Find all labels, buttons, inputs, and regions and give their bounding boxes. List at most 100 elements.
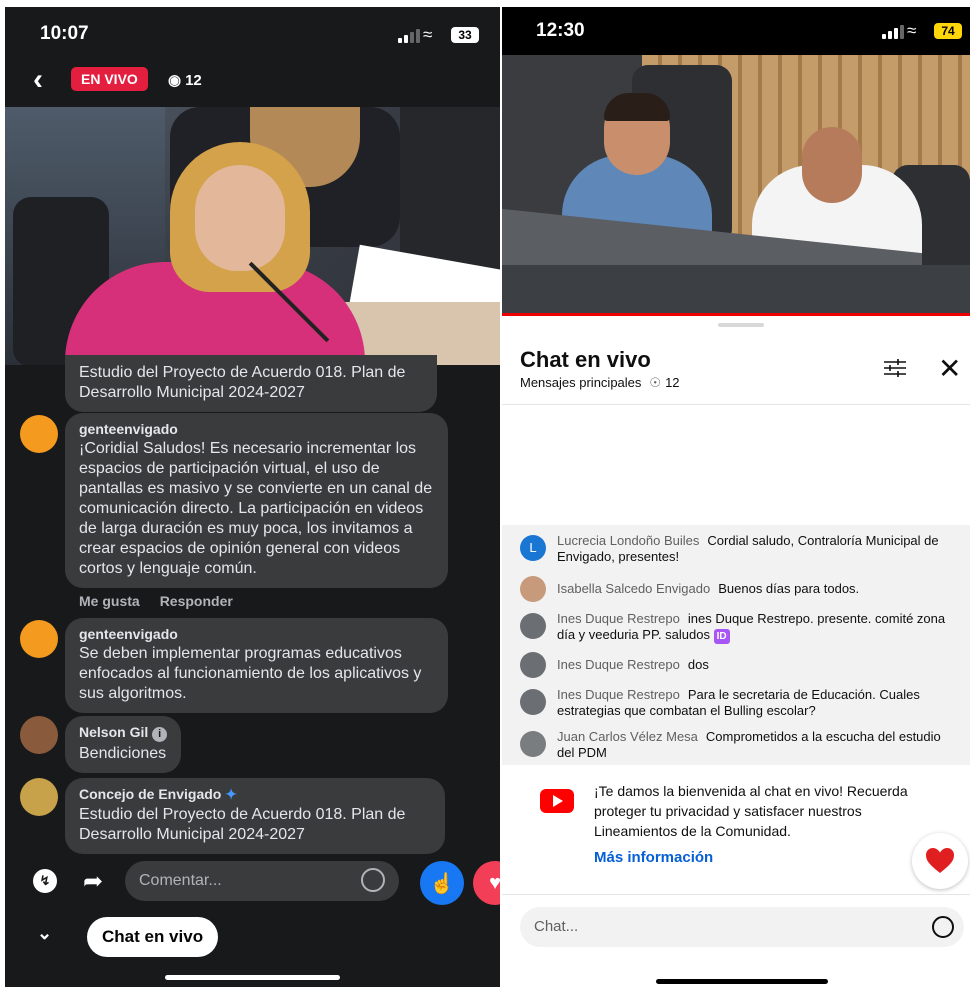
comment-input[interactable]: Comentar... [125, 861, 399, 901]
share-icon[interactable]: ➦ [83, 867, 103, 896]
live-video[interactable] [5, 107, 500, 365]
chat-message-text: Lucrecia Londoño Builes Cordial saludo, C… [557, 533, 957, 565]
comment-bubble: Concejo de Envigado ✦ Estudio del Proyec… [65, 778, 445, 854]
heart-icon: ♥ [489, 871, 500, 894]
comment-bubble: Estudio del Proyecto de Acuerdo 018. Pla… [65, 355, 437, 412]
chat-message-text: Ines Duque Restrepo Para le secretaria de… [557, 687, 957, 719]
comment-author[interactable]: genteenvigado [79, 421, 434, 437]
live-chat-button[interactable]: Chat en vivo [87, 917, 219, 957]
chat-author[interactable]: Ines Duque Restrepo [557, 657, 680, 672]
comment-author: Nelson Gil i [79, 724, 168, 742]
status-bar: 12:30 ≈ 74 [502, 7, 970, 57]
wifi-icon: ≈ [423, 25, 433, 44]
reply-link[interactable]: Responder [160, 593, 233, 609]
chevron-down-icon[interactable]: ⌄ [37, 923, 52, 944]
emoji-icon[interactable] [932, 916, 954, 938]
avatar[interactable] [20, 716, 58, 754]
drag-handle[interactable] [718, 323, 764, 327]
chat-input[interactable]: Chat... [520, 907, 964, 947]
like-reaction-button[interactable]: ☝ [420, 861, 464, 905]
chat-author[interactable]: Isabella Salcedo Envigado [557, 581, 710, 596]
avatar[interactable] [520, 689, 546, 715]
avatar[interactable] [20, 415, 58, 453]
chat-author[interactable]: Ines Duque Restrepo [557, 611, 680, 626]
youtube-logo-icon [540, 789, 574, 813]
avatar[interactable] [20, 620, 58, 658]
chat-author[interactable]: Ines Duque Restrepo [557, 687, 680, 702]
avatar[interactable] [520, 731, 546, 757]
thumbs-up-icon: ☝ [429, 872, 455, 895]
comment-text: Bendiciones [79, 745, 167, 762]
comment-author: Concejo de Envigado ✦ [79, 786, 431, 803]
pin-icon: ✦ [225, 786, 237, 802]
top-messages-dropdown[interactable]: Mensajes principales [520, 375, 641, 390]
heart-reaction-button[interactable] [912, 833, 968, 889]
home-indicator[interactable] [656, 979, 828, 984]
welcome-banner: ¡Te damos la bienvenida al chat en vivo!… [502, 765, 970, 895]
id-badge: ID [713, 629, 730, 644]
comment-author-name[interactable]: Nelson Gil [79, 724, 148, 740]
chat-content: dos [687, 657, 709, 672]
comment-placeholder: Comentar... [139, 872, 222, 889]
video-progress-bar[interactable] [502, 313, 970, 316]
home-indicator[interactable] [165, 975, 340, 980]
chat-content: Buenos días para todos. [718, 581, 860, 596]
youtube-live-screen: 12:30 ≈ 74 Chat en vivo Mensajes princip… [502, 7, 970, 987]
comment-text: ¡Coridial Saludos! Es necesario incremen… [79, 440, 433, 577]
bottom-controls: ⌄ Chat en vivo [5, 917, 500, 957]
status-bar: 10:07 ≈ 33 [5, 7, 500, 61]
chat-header: Chat en vivo Mensajes principales ☉ 12 ✕ [502, 337, 970, 405]
signal-icon [398, 29, 420, 43]
status-time: 10:07 [40, 23, 89, 44]
chat-subtitle: Mensajes principales ☉ 12 [520, 375, 680, 391]
avatar[interactable]: L [520, 535, 546, 561]
avatar[interactable] [20, 778, 58, 816]
comment-actions: Me gusta Responder [79, 593, 253, 609]
chat-message-text: Ines Duque Restrepo dos [557, 657, 957, 673]
filter-icon[interactable] [884, 359, 906, 377]
comment-text: Estudio del Proyecto de Acuerdo 018. Pla… [79, 806, 406, 843]
battery-icon: 33 [451, 27, 479, 43]
chat-viewer-count: 12 [665, 375, 680, 390]
signal-icon [882, 25, 904, 39]
person-icon: ☉ [649, 375, 662, 390]
chat-message-text: Juan Carlos Vélez Mesa Comprometidos a la… [557, 729, 957, 761]
comment-text: Estudio del Proyecto de Acuerdo 018. Pla… [79, 364, 406, 401]
comment-text: Se deben implementar programas educativo… [79, 645, 422, 702]
avatar[interactable] [520, 576, 546, 602]
chat-message-text: Isabella Salcedo Envigado Buenos días par… [557, 581, 957, 597]
wifi-icon: ≈ [907, 21, 917, 40]
chat-message-list: L Lucrecia Londoño Builes Cordial saludo,… [502, 525, 970, 765]
messenger-icon[interactable]: ↯ [33, 869, 57, 893]
comment-bubble: Nelson Gil i Bendiciones [65, 716, 182, 773]
eye-icon: ◉ [168, 72, 182, 89]
back-arrow-icon[interactable]: ‹ [33, 65, 43, 95]
live-video[interactable] [502, 55, 970, 313]
welcome-text: ¡Te damos la bienvenida al chat en vivo!… [594, 783, 908, 839]
comment-bubble: genteenvigado ¡Coridial Saludos! Es nece… [65, 413, 448, 588]
like-link[interactable]: Me gusta [79, 593, 140, 609]
status-time: 12:30 [536, 20, 585, 41]
avatar[interactable] [520, 652, 546, 678]
love-reaction-button[interactable]: ♥ [473, 861, 500, 905]
comment-author[interactable]: genteenvigado [79, 626, 434, 642]
viewer-count-value: 12 [185, 72, 202, 89]
viewer-count: ◉ 12 [168, 71, 202, 89]
chat-author[interactable]: Juan Carlos Vélez Mesa [557, 729, 698, 744]
heart-icon [926, 848, 954, 873]
chat-author[interactable]: Lucrecia Londoño Builes [557, 533, 699, 548]
avatar[interactable] [520, 613, 546, 639]
live-badge: EN VIVO [71, 67, 148, 91]
emoji-icon[interactable] [361, 868, 385, 892]
comment-author-name[interactable]: Concejo de Envigado [79, 786, 221, 802]
chat-placeholder: Chat... [534, 918, 579, 935]
comment-list: Estudio del Proyecto de Acuerdo 018. Pla… [5, 355, 500, 854]
chat-message-text: Ines Duque Restrepo ines Duque Restrepo. … [557, 611, 957, 644]
more-info-link[interactable]: Más información [594, 849, 713, 866]
info-icon: i [152, 727, 168, 742]
comment-bubble: genteenvigado Se deben implementar progr… [65, 618, 448, 713]
chat-title: Chat en vivo [520, 347, 651, 372]
live-topbar: ‹ EN VIVO ◉ 12 [5, 63, 500, 107]
comment-composer: ↯ ➦ Comentar... ☝ ♥ [5, 859, 500, 905]
close-icon[interactable]: ✕ [938, 355, 961, 383]
